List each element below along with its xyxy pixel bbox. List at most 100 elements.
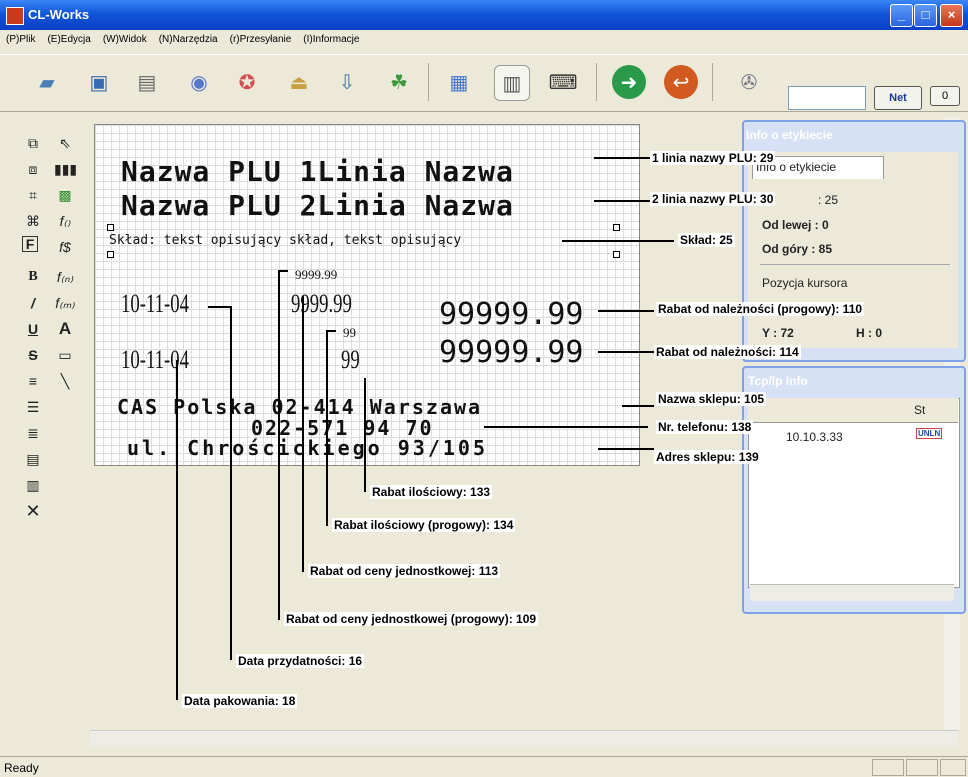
strikethrough-icon[interactable]: S [22, 344, 44, 366]
resize-handle[interactable] [613, 251, 620, 258]
tools-icon[interactable]: ✇ [732, 65, 766, 99]
callout-address: Adres sklepu: 139 [654, 450, 761, 464]
shop-address[interactable]: ul. Chrościckiego 93/105 [127, 436, 488, 460]
image-icon[interactable]: ▩ [54, 184, 76, 206]
window-title: CL-Works [28, 7, 90, 22]
text-icon[interactable]: A [54, 318, 76, 340]
resize-handle[interactable] [107, 224, 114, 231]
star-icon[interactable]: ✪ [230, 65, 264, 99]
maximize-button[interactable]: □ [914, 4, 937, 27]
toolbar-separator [428, 63, 429, 101]
rabat-big-2[interactable]: 99999.99 [439, 335, 584, 370]
delete-icon[interactable]: ✕ [22, 500, 44, 522]
rectangle-icon[interactable]: ▭ [54, 344, 76, 366]
net-button[interactable]: Net [874, 86, 922, 110]
callout-data-przydatnosci: Data przydatności: 16 [236, 654, 365, 668]
plu-line-2[interactable]: Nazwa PLU 2Linia Nazwa [121, 189, 514, 222]
info-cursor-y: Y : 72 [762, 326, 794, 340]
italic-icon[interactable]: / [22, 292, 44, 314]
frame-icon[interactable]: F [22, 236, 38, 252]
zero-button[interactable]: 0 [930, 86, 960, 106]
line-icon[interactable]: ╲ [54, 370, 76, 392]
function-icon[interactable]: f₍₎ [54, 210, 76, 232]
barcode-icon[interactable]: ▮▮▮ [54, 158, 77, 180]
tcp-hscroll[interactable] [750, 584, 954, 601]
download-icon[interactable]: ⇩ [330, 65, 364, 99]
leader-line [598, 351, 654, 353]
function-weight-icon[interactable]: f₍ₙ₎ [54, 266, 76, 288]
function-date-icon[interactable]: f₍ₘ₎ [54, 292, 76, 314]
align-left-icon[interactable]: ≡ [22, 370, 44, 392]
net-input[interactable] [788, 86, 866, 110]
minimize-button[interactable]: _ [890, 4, 913, 27]
align-justify-icon[interactable]: ▤ [22, 448, 44, 470]
qty-big[interactable]: 99 [341, 345, 360, 375]
rabat-big-1[interactable]: 99999.99 [439, 297, 584, 332]
plu-line-1[interactable]: Nazwa PLU 1Linia Nazwa [121, 155, 514, 188]
close-button[interactable]: × [940, 4, 963, 27]
horizontal-scrollbar[interactable] [90, 730, 958, 747]
underline-icon[interactable]: U [22, 318, 44, 340]
leader-line [594, 157, 654, 159]
leader-line [230, 306, 232, 660]
tcp-col-status[interactable]: St [914, 403, 925, 417]
group-icon[interactable]: ⌗ [22, 184, 44, 206]
menu-plik[interactable]: (P)Plik [0, 30, 41, 49]
align-center-icon[interactable]: ☰ [22, 396, 44, 418]
leader-line [598, 448, 654, 450]
back-icon[interactable]: ↩ [664, 65, 698, 99]
tcp-ip-address[interactable]: 10.10.3.33 [786, 430, 843, 444]
menu-narzedzia[interactable]: (N)Narzędzia [153, 30, 224, 49]
info-cursor-h: H : 0 [856, 326, 883, 340]
leader-line [326, 330, 336, 332]
copy-icon[interactable]: ⧉ [22, 132, 44, 154]
menu-przesylanie[interactable]: (r)Przesyłanie [224, 30, 298, 49]
unit-price-small[interactable]: 9999.99 [295, 267, 337, 283]
callout-rabat-ilosciowy: Rabat ilościowy: 133 [370, 485, 493, 499]
menu-bar: (P)Plik (E)Edycja (W)Widok (N)Narzędzia (r)P… [0, 30, 968, 52]
menu-informacje[interactable]: (I)Informacje [297, 30, 365, 49]
users-icon[interactable]: ☘ [382, 65, 416, 99]
sklad-text[interactable]: Skład: tekst opisujący skład, tekst opis… [109, 233, 461, 248]
align-bottom-icon[interactable]: ▥ [22, 474, 44, 496]
date-packed-top[interactable]: 10-11-04 [121, 289, 189, 319]
pointer-icon[interactable]: ⇖ [54, 132, 76, 154]
qty-small[interactable]: 99 [343, 325, 356, 341]
tcp-status-badge: UNLN [916, 428, 943, 439]
align-right-icon[interactable]: ≣ [22, 422, 44, 444]
leader-line [562, 240, 674, 242]
info-divider [760, 264, 950, 265]
open-folder-icon[interactable]: ▰ [30, 65, 64, 99]
leader-line [302, 296, 304, 572]
leader-line [622, 405, 654, 407]
save-icon[interactable]: ▣ [82, 65, 116, 99]
tcp-info-title: Tcp/Ip Info [748, 374, 808, 388]
toolbar-separator [596, 63, 597, 101]
print-icon[interactable]: ▤ [130, 65, 164, 99]
title-bar[interactable]: CL-Works _ □ × [0, 0, 968, 30]
grid-icon[interactable]: ▦ [442, 65, 476, 99]
label-icon[interactable]: ▥ [494, 65, 530, 101]
leader-line [484, 426, 648, 428]
unit-price-big[interactable]: 9999.99 [291, 289, 352, 319]
resize-handle[interactable] [613, 224, 620, 231]
bold-icon[interactable]: B [22, 266, 44, 288]
keyboard-icon[interactable]: ⌨ [546, 65, 580, 99]
ungroup-icon[interactable]: ⌘ [22, 210, 44, 232]
resize-handle[interactable] [107, 251, 114, 258]
date-packed-bottom[interactable]: 10-11-04 [121, 345, 189, 375]
toolbar-separator [712, 63, 713, 101]
paste-icon[interactable]: ⧈ [22, 158, 44, 180]
menu-widok[interactable]: (W)Widok [97, 30, 153, 49]
callout-rabat-ceny-progowy: Rabat od ceny jednostkowej (progowy): 10… [284, 612, 539, 626]
forward-icon[interactable]: ➜ [612, 65, 646, 99]
callout-sklad: Skład: 25 [678, 233, 735, 247]
function-price-icon[interactable]: f$ [54, 236, 76, 258]
tcp-device-list[interactable] [748, 398, 960, 588]
callout-plu-line-2: 2 linia nazwy PLU: 30 [650, 192, 776, 206]
callout-rabat-progowy: Rabat od należności (progowy): 110 [656, 302, 865, 316]
leader-line [208, 306, 230, 308]
upload-icon[interactable]: ⏏ [282, 65, 316, 99]
plu-icon[interactable]: ◉ [182, 65, 216, 99]
menu-edycja[interactable]: (E)Edycja [41, 30, 96, 49]
